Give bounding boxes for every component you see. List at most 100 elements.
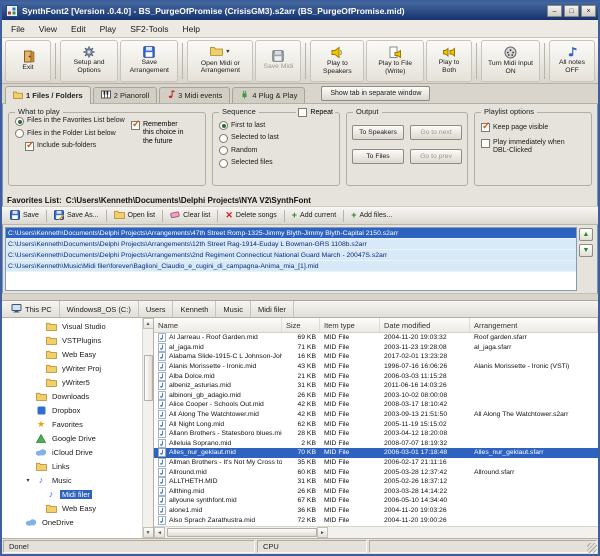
- to-speakers-button[interactable]: To Speakers: [352, 125, 404, 140]
- file-row[interactable]: All Night Long.mid62 KBMID File2005-11-1…: [154, 419, 598, 429]
- save-midi-button[interactable]: Save Midi: [255, 40, 301, 82]
- menu-item-play[interactable]: Play: [93, 22, 124, 36]
- file-row[interactable]: Allman Brothers - It's Not My Cross to B…: [154, 458, 598, 468]
- tab-midi-events[interactable]: 3 Midi events: [159, 87, 230, 103]
- tree-scrollbar[interactable]: ▲ ▼: [142, 318, 153, 538]
- checkbox-repeat[interactable]: Repeat: [296, 108, 335, 117]
- go-to-prev-button[interactable]: Go to prev: [410, 149, 462, 164]
- file-row[interactable]: albeniz_asturias.mid31 KBMID File2011-06…: [154, 381, 598, 391]
- setup-options-button[interactable]: Setup and Options: [60, 40, 118, 82]
- tab-plug-play[interactable]: 4 Plug & Play: [232, 87, 305, 103]
- scroll-left-icon[interactable]: ◄: [154, 527, 165, 538]
- splitter-handle[interactable]: [2, 293, 598, 301]
- tree-item-dropbox[interactable]: Dropbox: [2, 403, 142, 417]
- checkbox-include-subfolders[interactable]: Include sub-folders: [25, 142, 131, 151]
- favorites-item[interactable]: C:\Users\Kenneth\Music\Midi filer\foreve…: [6, 261, 576, 272]
- tree-item-google-drive[interactable]: Google Drive: [2, 431, 142, 445]
- tab-files-folders[interactable]: 1 Files / Folders: [5, 86, 91, 104]
- open-midi-arrangement-button[interactable]: ▼ Open Midi or Arrangement: [187, 40, 253, 82]
- scroll-up-icon[interactable]: ▲: [143, 318, 154, 329]
- radio-selected-files[interactable]: Selected files: [219, 159, 339, 168]
- exit-button[interactable]: Exit: [5, 40, 51, 82]
- tree-item-downloads[interactable]: Downloads: [2, 389, 142, 403]
- file-row[interactable]: Al Jarreau - Roof Garden.mid69 KBMID Fil…: [154, 333, 598, 343]
- breadcrumb-segment-midi-filer[interactable]: Midi filer: [251, 301, 294, 317]
- column-header-name[interactable]: Name: [154, 318, 282, 332]
- column-header-size[interactable]: Size: [282, 318, 320, 332]
- breadcrumb-segment-kenneth[interactable]: Kenneth: [173, 301, 216, 317]
- tree-item-vstplugins[interactable]: VSTPlugins: [2, 333, 142, 347]
- favorites-item[interactable]: C:\Users\Kenneth\Documents\Delphi Projec…: [6, 228, 576, 239]
- hscroll-thumb[interactable]: [167, 528, 317, 537]
- move-down-button[interactable]: ▼: [579, 244, 593, 257]
- scroll-down-icon[interactable]: ▼: [143, 527, 154, 538]
- checkbox-keep-page-visible[interactable]: Keep page visible: [481, 123, 591, 132]
- column-header-date-modified[interactable]: Date modified: [380, 318, 470, 332]
- file-row[interactable]: Alice Cooper - Schools Out.mid42 KBMID F…: [154, 400, 598, 410]
- midi-input-button[interactable]: Turn Midi Input ON: [481, 40, 540, 82]
- file-row[interactable]: ALLTHETH.MID31 KBMID File2005-02-26 18:3…: [154, 477, 598, 487]
- file-row[interactable]: al_jaga.mid71 KBMID File2003-11-23 19:28…: [154, 343, 598, 353]
- close-button[interactable]: ×: [581, 5, 596, 17]
- column-header-arrangement[interactable]: Arrangement: [470, 318, 598, 332]
- title-bar[interactable]: SynthFont2 [Version .0.4.0] - BS_PurgeOf…: [2, 2, 598, 20]
- save-as-button[interactable]: Save As...: [49, 209, 104, 223]
- radio-files-favorites-list[interactable]: Files in the Favorites List below: [15, 117, 131, 126]
- radio-selected-to-last[interactable]: Selected to last: [219, 134, 339, 143]
- breadcrumb-segment-music[interactable]: Music: [216, 301, 251, 317]
- tree-item-web-easy[interactable]: Web Easy: [2, 501, 142, 515]
- tab-pianoroll[interactable]: 2 Pianoroll: [93, 87, 157, 103]
- play-to-both-button[interactable]: Play to Both: [426, 40, 472, 82]
- clear-list-button[interactable]: Clear list: [165, 209, 215, 222]
- menu-item-help[interactable]: Help: [175, 22, 206, 36]
- save-arrangement-button[interactable]: Save Arrangement: [120, 40, 178, 82]
- maximize-button[interactable]: □: [564, 5, 579, 17]
- menu-item-edit[interactable]: Edit: [64, 22, 93, 36]
- file-row[interactable]: allyoune synthfont.mid67 KBMID File2006-…: [154, 496, 598, 506]
- scroll-thumb[interactable]: [144, 355, 153, 401]
- to-files-button[interactable]: To Files: [352, 149, 404, 164]
- tree-item-ywriter-proj[interactable]: yWriter Proj: [2, 361, 142, 375]
- delete-songs-button[interactable]: ✕ Delete songs: [220, 210, 281, 221]
- scroll-right-icon[interactable]: ►: [317, 527, 328, 538]
- favorites-item[interactable]: C:\Users\Kenneth\Documents\Delphi Projec…: [6, 250, 576, 261]
- file-row[interactable]: All Along The Watchtower.mid42 KBMID Fil…: [154, 410, 598, 420]
- add-files-button[interactable]: + Add files...: [346, 210, 397, 221]
- show-tab-separate-window-button[interactable]: Show tab in separate window: [321, 86, 430, 101]
- tree-item-midi-filer[interactable]: ♪Midi filer: [2, 487, 142, 501]
- file-row[interactable]: Allann Brothers - Statesboro blues.mid28…: [154, 429, 598, 439]
- file-list-hscrollbar[interactable]: ◄ ►: [154, 526, 598, 538]
- tree-item-music[interactable]: ▾♪Music: [2, 473, 142, 487]
- expanded-arrow-icon[interactable]: ▾: [24, 477, 32, 484]
- tree-item-icloud-drive[interactable]: iCloud Drive: [2, 445, 142, 459]
- tree-item-web-easy[interactable]: Web Easy: [2, 347, 142, 361]
- breadcrumb-segment-windows8-os-c[interactable]: Windows8_OS (C:): [60, 301, 139, 317]
- breadcrumb-segment-users[interactable]: Users: [139, 301, 174, 317]
- file-row[interactable]: alone1.mid36 KBMID File2004-11-20 19:03:…: [154, 506, 598, 516]
- column-header-item-type[interactable]: Item type: [320, 318, 380, 332]
- file-row[interactable]: Also Sprach Zarathustra.mid72 KBMID File…: [154, 515, 598, 525]
- add-current-button[interactable]: + Add current: [287, 210, 341, 221]
- tree-item-onedrive[interactable]: OneDrive: [2, 515, 142, 529]
- file-row[interactable]: Alleluia Soprano.mid2 KBMID File2008-07-…: [154, 439, 598, 449]
- tree-item-ywriter5[interactable]: yWriter5: [2, 375, 142, 389]
- open-list-button[interactable]: Open list: [109, 209, 161, 222]
- resize-grip-icon[interactable]: [587, 543, 597, 553]
- menu-item-sf2-tools[interactable]: SF2-Tools: [123, 22, 175, 36]
- checkbox-remember-choice[interactable]: Remember this choice in the future: [131, 121, 189, 151]
- save-list-button[interactable]: Save: [5, 209, 44, 223]
- all-notes-off-button[interactable]: All notes OFF: [549, 40, 595, 82]
- radio-first-to-last[interactable]: First to last: [219, 121, 339, 130]
- favorites-item[interactable]: C:\Users\Kenneth\Documents\Delphi Projec…: [6, 239, 576, 250]
- breadcrumb-segment-this-pc[interactable]: This PC: [4, 301, 60, 317]
- tree-item-favorites[interactable]: ★Favorites: [2, 417, 142, 431]
- menu-item-view[interactable]: View: [32, 22, 64, 36]
- minimize-button[interactable]: –: [547, 5, 562, 17]
- file-row[interactable]: Alba Dolce.mid21 KBMID File2006-03-03 11…: [154, 371, 598, 381]
- play-to-file-button[interactable]: Play to File (Write): [366, 40, 424, 82]
- radio-files-folder-list[interactable]: Files in the Folder List below: [15, 129, 131, 138]
- menu-item-file[interactable]: File: [4, 22, 32, 36]
- file-row[interactable]: Alanis Morissette - Ironic.mid43 KBMID F…: [154, 362, 598, 372]
- move-up-button[interactable]: ▲: [579, 228, 593, 241]
- file-row[interactable]: Alles_nur_geklaut.mid70 KBMID File2006-0…: [154, 448, 598, 458]
